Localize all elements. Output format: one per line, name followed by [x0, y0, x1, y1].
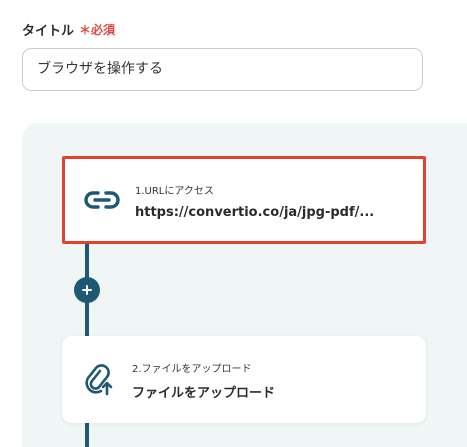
connector-line-bottom — [85, 423, 89, 447]
step-number-label: 2.ファイルをアップロード — [132, 364, 252, 375]
title-input[interactable]: ブラウザを操作する — [22, 48, 423, 91]
title-field-label: タイトル ＊必須 — [22, 20, 115, 39]
link-icon — [83, 181, 121, 219]
step-number-label: 1.URLにアクセス — [135, 186, 214, 197]
required-mark: ＊必須 — [79, 23, 116, 37]
add-step-button[interactable] — [74, 277, 100, 303]
step-value: https://convertio.co/ja/jpg-pdf/... — [135, 205, 375, 220]
step-value: ファイルをアップロード — [132, 386, 276, 401]
title-label-text: タイトル — [22, 24, 75, 39]
paperclip-upload-icon — [80, 361, 118, 399]
flow-step-card-file-upload[interactable]: 2.ファイルをアップロード ファイルをアップロード — [62, 336, 426, 423]
flow-step-card-url-access[interactable]: 1.URLにアクセス https://convertio.co/ja/jpg-p… — [62, 156, 426, 244]
connector-line-middle — [85, 302, 89, 336]
connector-line-top — [85, 244, 89, 278]
